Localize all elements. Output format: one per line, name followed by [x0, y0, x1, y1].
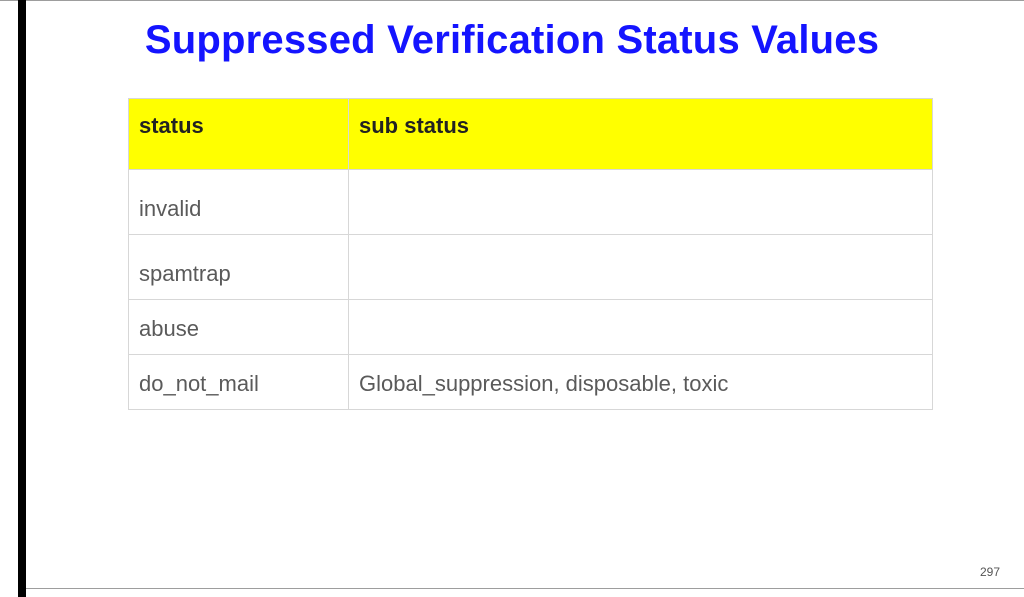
table-row: abuse: [129, 300, 933, 355]
table-header-row: status sub status: [129, 99, 933, 170]
left-edge-bar: [18, 0, 26, 597]
page-number: 297: [980, 565, 1000, 579]
bottom-rule: [26, 588, 1024, 589]
slide-title: Suppressed Verification Status Values: [0, 18, 1024, 63]
table-row: spamtrap: [129, 235, 933, 300]
cell-status: abuse: [129, 300, 349, 355]
table-row: invalid: [129, 170, 933, 235]
col-header-status: status: [129, 99, 349, 170]
cell-substatus: [349, 235, 933, 300]
cell-substatus: Global_suppression, disposable, toxic: [349, 355, 933, 410]
cell-status: spamtrap: [129, 235, 349, 300]
cell-substatus: [349, 300, 933, 355]
cell-status: do_not_mail: [129, 355, 349, 410]
cell-substatus: [349, 170, 933, 235]
col-header-substatus: sub status: [349, 99, 933, 170]
table-row: do_not_mail Global_suppression, disposab…: [129, 355, 933, 410]
status-table: status sub status invalid spamtrap abuse: [128, 98, 933, 410]
slide-page: Suppressed Verification Status Values st…: [0, 0, 1024, 597]
status-table-wrap: status sub status invalid spamtrap abuse: [128, 98, 932, 410]
cell-status: invalid: [129, 170, 349, 235]
